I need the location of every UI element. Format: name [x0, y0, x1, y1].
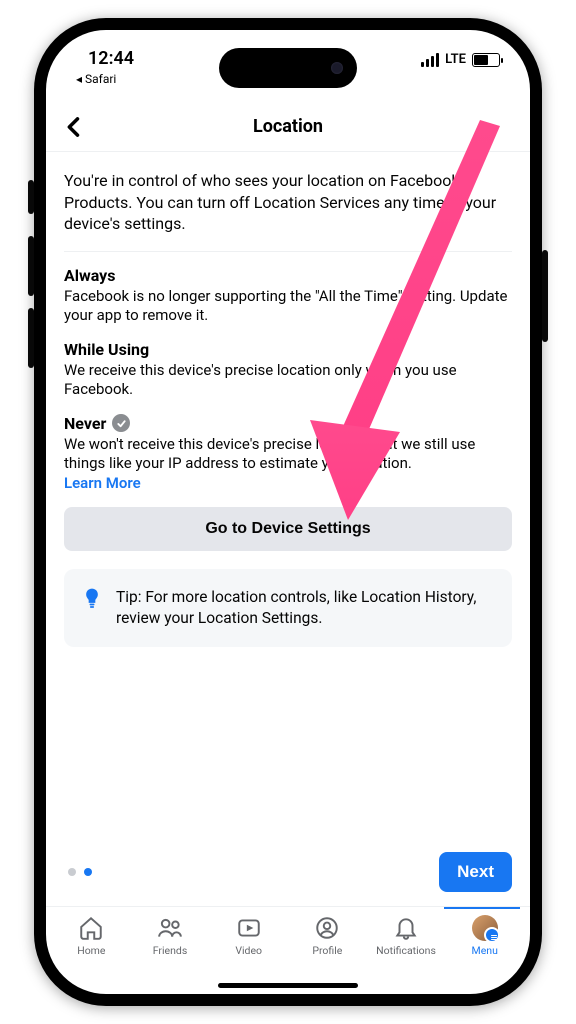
network-type: LTE [445, 52, 466, 67]
tip-text: Tip: For more location controls, like Lo… [116, 587, 496, 629]
dynamic-island [219, 48, 357, 88]
status-right: LTE [421, 52, 500, 67]
tab-label: Home [77, 944, 105, 957]
pager-dot-active [84, 868, 92, 876]
pager-dot [68, 868, 76, 876]
tab-profile[interactable]: Profile [288, 913, 367, 957]
learn-more-link[interactable]: Learn More [64, 474, 141, 492]
profile-icon [314, 915, 340, 941]
battery-icon [472, 53, 500, 67]
back-button[interactable] [60, 113, 88, 141]
go-to-device-settings-button[interactable]: Go to Device Settings [64, 507, 512, 551]
phone-screen: 12:44 ◂ Safari LTE Location You're in co… [46, 30, 530, 994]
bell-icon [393, 915, 419, 941]
option-desc: We won't receive this device's precise l… [64, 435, 512, 494]
page-title: Location [253, 116, 323, 137]
tip-box: Tip: For more location controls, like Lo… [64, 569, 512, 647]
option-while-using: While Using We receive this device's pre… [64, 326, 512, 400]
tab-menu[interactable]: Menu [445, 913, 524, 957]
tab-label: Notifications [376, 944, 436, 957]
tab-label: Video [235, 944, 262, 957]
tab-video[interactable]: Video [209, 913, 288, 957]
friends-icon [157, 915, 183, 941]
tab-label: Profile [312, 944, 342, 957]
avatar-icon [472, 915, 498, 941]
bulb-icon [82, 587, 102, 611]
content: You're in control of who sees your locat… [46, 152, 530, 904]
canvas: 12:44 ◂ Safari LTE Location You're in co… [0, 0, 576, 1024]
intro-text: You're in control of who sees your locat… [64, 170, 512, 252]
tab-bar: Home Friends Video Profile Notifications [46, 906, 530, 976]
phone-side-button [542, 250, 548, 342]
home-indicator [218, 983, 358, 988]
pager-row: Next [46, 852, 530, 896]
next-button[interactable]: Next [439, 852, 512, 892]
tab-home[interactable]: Home [52, 913, 131, 957]
option-desc-text: We won't receive this device's precise l… [64, 435, 475, 473]
pager-dots [64, 868, 92, 876]
signal-icon [421, 53, 439, 67]
option-title-text: Never [64, 414, 106, 433]
tab-label: Friends [153, 944, 188, 957]
option-title: Always [64, 266, 512, 285]
check-icon [112, 414, 130, 432]
option-desc: We receive this device's precise locatio… [64, 361, 512, 400]
option-title: Never [64, 414, 512, 433]
tab-label: Menu [472, 944, 498, 957]
video-icon [236, 915, 262, 941]
home-icon [78, 915, 104, 941]
option-never: Never We won't receive this device's pre… [64, 400, 512, 494]
tab-notifications[interactable]: Notifications [367, 913, 446, 957]
nav-header: Location [46, 102, 530, 152]
status-time: 12:44 [88, 48, 134, 69]
tab-friends[interactable]: Friends [131, 913, 210, 957]
option-desc: Facebook is no longer supporting the "Al… [64, 287, 512, 326]
back-to-safari[interactable]: ◂ Safari [76, 72, 116, 86]
option-always: Always Facebook is no longer supporting … [64, 252, 512, 326]
option-title: While Using [64, 340, 512, 359]
